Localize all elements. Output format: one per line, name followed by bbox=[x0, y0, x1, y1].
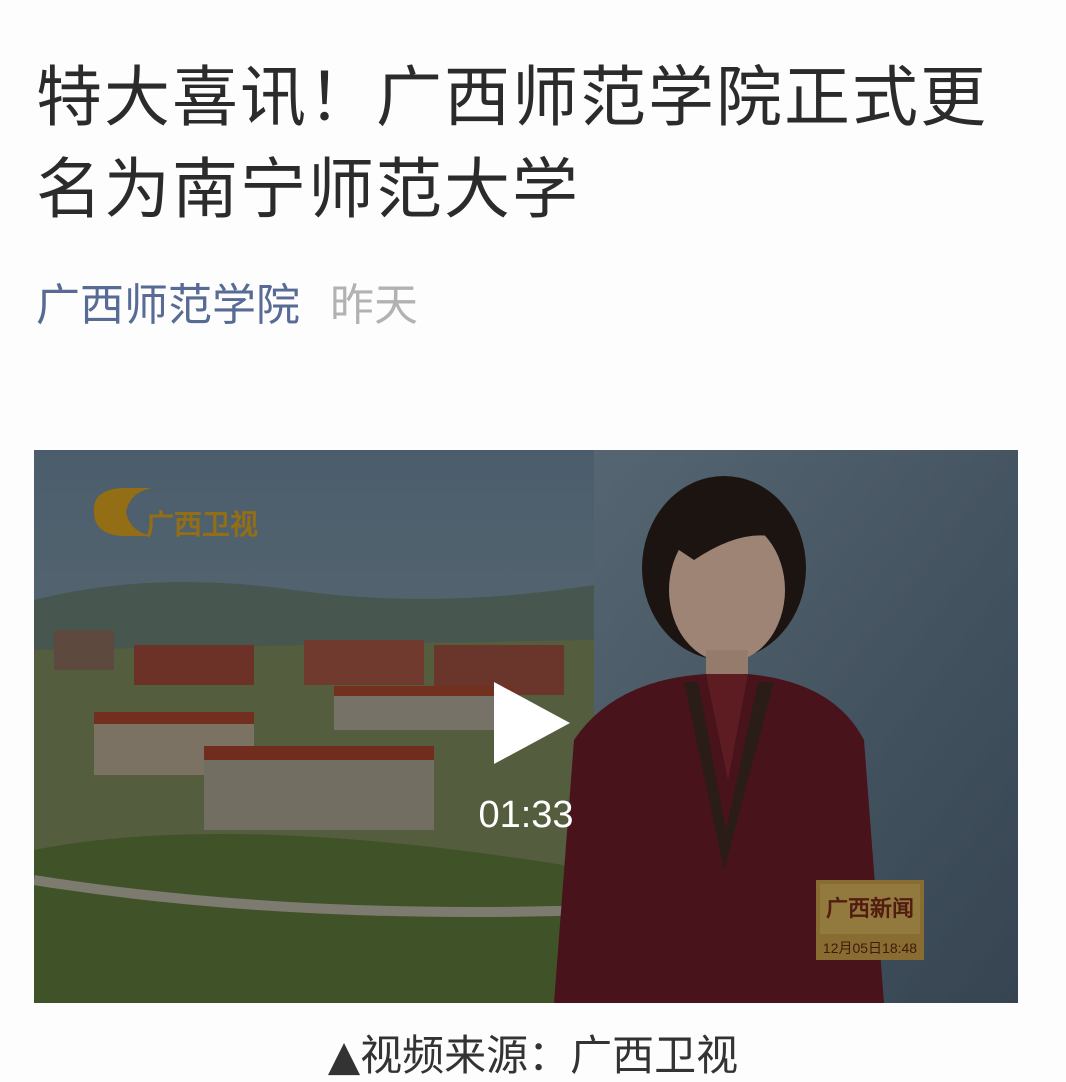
video-player[interactable]: 广西卫视 广西新闻 12月05日18:48 01:33 bbox=[34, 450, 1018, 1003]
publish-time: 昨天 bbox=[330, 280, 418, 331]
play-icon[interactable] bbox=[486, 678, 576, 768]
article-title: 特大喜讯！广西师范学院正式更名为南宁师范大学 bbox=[36, 59, 988, 228]
article-meta: 广西师范学院 昨天 bbox=[36, 276, 418, 336]
video-duration: 01:33 bbox=[478, 794, 574, 836]
video-caption: ▲视频来源：广西卫视 bbox=[327, 1031, 739, 1080]
account-name-link[interactable]: 广西师范学院 bbox=[36, 280, 300, 331]
article-page: 特大喜讯！广西师范学院正式更名为南宁师范大学 广西师范学院 昨天 广西卫视 广西… bbox=[0, 0, 1066, 1082]
